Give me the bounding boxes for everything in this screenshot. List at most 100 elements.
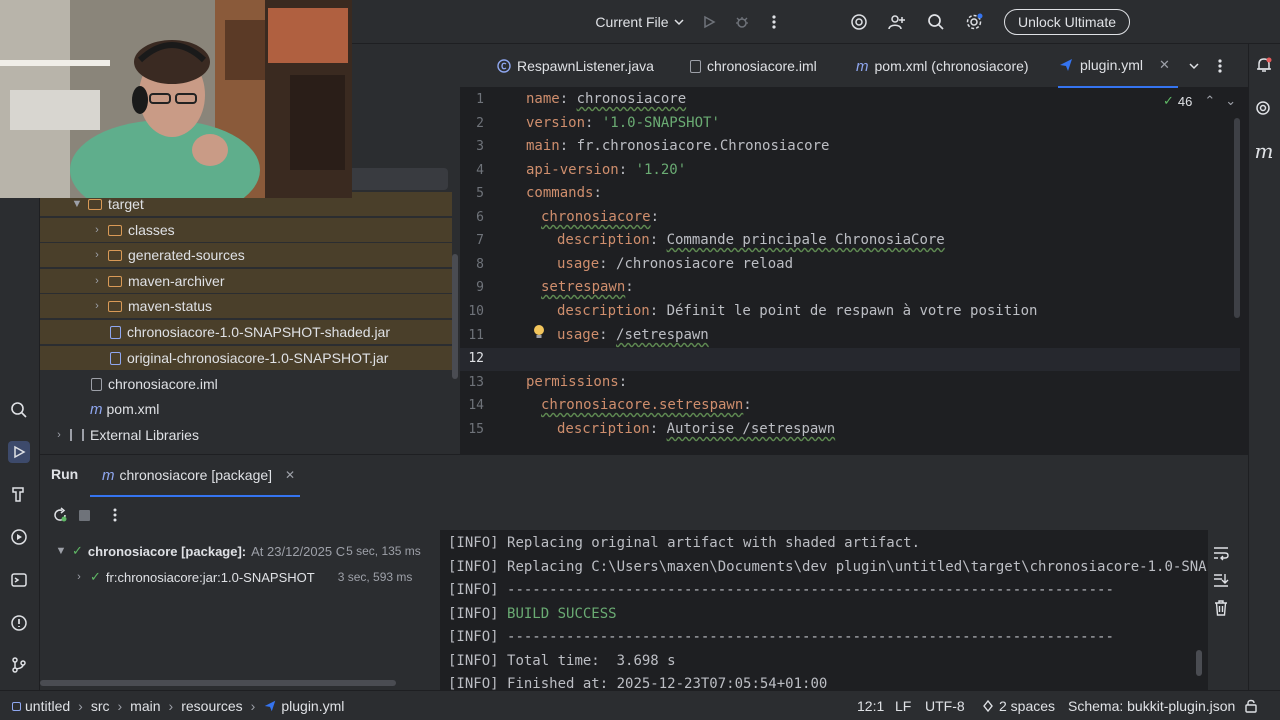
console-output[interactable]: [INFO] Replacing original artifact with … <box>440 530 1208 690</box>
jar-file-icon <box>110 325 121 339</box>
rerun-icon[interactable] <box>52 507 68 526</box>
add-user-icon[interactable] <box>886 0 908 44</box>
readonly-toggle-icon[interactable] <box>1244 691 1258 720</box>
editor-scrollbar[interactable] <box>1234 118 1240 318</box>
tree-item-shaded-jar[interactable]: chronosiacore-1.0-SNAPSHOT-shaded.jar <box>40 320 452 344</box>
yaml-value: Définit le point de respawn à votre posi… <box>666 303 1038 319</box>
scroll-to-end-icon[interactable] <box>1212 571 1230 592</box>
ai-chat-icon[interactable] <box>1253 98 1275 120</box>
jar-file-icon <box>110 351 121 365</box>
tree-item-maven-archiver[interactable]: › maven-archiver <box>40 269 452 293</box>
chevron-down-icon[interactable]: ⌄ <box>1225 93 1236 109</box>
search-everywhere-icon[interactable] <box>8 399 30 421</box>
line-number: 8 <box>476 257 484 272</box>
tree-item-external-libraries[interactable]: › External Libraries <box>40 423 452 447</box>
tree-item-iml[interactable]: chronosiacore.iml <box>40 372 452 396</box>
breadcrumb-item[interactable]: plugin.yml <box>281 698 344 714</box>
run-tree-scrollbar[interactable] <box>40 680 396 686</box>
stop-icon[interactable] <box>79 510 90 521</box>
inspections-widget[interactable]: ✓ 46 ⌃ ⌄ <box>1163 93 1236 109</box>
tab-pom-xml[interactable]: m pom.xml (chronosiacore) <box>856 44 1029 88</box>
debug-icon[interactable] <box>731 0 753 44</box>
editor-more-icon[interactable] <box>1218 44 1222 88</box>
tree-item-generated-sources[interactable]: › generated-sources <box>40 243 452 267</box>
yaml-value: '1.20' <box>635 162 687 178</box>
log-text: ----------------------------------------… <box>507 582 1114 598</box>
json-schema[interactable]: Schema: bukkit-plugin.json <box>1068 691 1235 720</box>
webcam-overlay <box>0 0 352 198</box>
indent-settings[interactable]: 2 spaces <box>981 691 1055 720</box>
tree-item-label: target <box>108 196 144 212</box>
line-number: 1 <box>476 92 484 107</box>
tree-item-label: original-chronosiacore-1.0-SNAPSHOT.jar <box>127 350 389 366</box>
console-scrollbar[interactable] <box>1196 650 1202 676</box>
unlock-ultimate-button[interactable]: Unlock Ultimate <box>1004 9 1130 35</box>
code-line-10: description: Définit le point de respawn… <box>557 303 1038 319</box>
lightbulb-icon[interactable] <box>532 324 546 343</box>
clear-trash-icon[interactable] <box>1213 599 1229 620</box>
yaml-key: description <box>557 232 650 248</box>
caret-position[interactable]: 12:1 <box>857 691 884 720</box>
line-separator[interactable]: LF <box>895 691 911 720</box>
close-tab-icon[interactable]: ✕ <box>1159 57 1170 73</box>
run-tool-icon[interactable] <box>8 441 30 463</box>
tab-label: chronosiacore [package] <box>119 467 273 483</box>
tree-item-label: classes <box>128 222 175 238</box>
notifications-bell-icon[interactable] <box>1253 54 1275 76</box>
run-tab-package[interactable]: m chronosiacore [package] ✕ <box>90 455 300 497</box>
breadcrumb-item[interactable]: main <box>130 698 160 714</box>
yaml-key: usage <box>557 256 600 272</box>
tree-item-pom[interactable]: m pom.xml <box>40 397 452 421</box>
more-icon[interactable] <box>764 0 784 44</box>
build-hammer-icon[interactable] <box>8 483 30 505</box>
yaml-value: /chronosiacore reload <box>616 256 794 272</box>
tab-label: RespawnListener.java <box>517 58 654 74</box>
run-tree-item-root[interactable]: ▼ ✓ chronosiacore [package]: At 23/12/20… <box>54 539 440 563</box>
run-icon[interactable] <box>698 0 720 44</box>
chevron-right-icon: › <box>95 275 99 287</box>
run-tree-item-jar[interactable]: › ✓ fr:chronosiacore:jar:1.0-SNAPSHOT 3 … <box>72 565 440 589</box>
yaml-key: permissions <box>526 374 619 390</box>
settings-gear-icon[interactable] <box>963 0 985 44</box>
code-editor[interactable]: ✓ 46 ⌃ ⌄ 1 2 3 4 5 6 7 8 9 10 11 12 13 1… <box>460 88 1248 454</box>
tab-chronosiacore-iml[interactable]: chronosiacore.iml <box>690 44 817 88</box>
indent-icon <box>983 699 993 713</box>
tree-item-classes[interactable]: › classes <box>40 218 452 242</box>
problems-icon[interactable] <box>8 612 30 634</box>
tree-item-maven-status[interactable]: › maven-status <box>40 294 452 318</box>
plugin-file-icon <box>265 700 276 712</box>
indent-label: 2 spaces <box>999 698 1056 714</box>
more-actions-icon[interactable] <box>113 507 117 526</box>
folder-icon <box>88 198 102 210</box>
yaml-value: /setrespawn <box>616 327 709 343</box>
log-text: BUILD SUCCESS <box>507 606 617 622</box>
breadcrumb-item[interactable]: src <box>91 698 110 714</box>
folder-icon <box>108 300 122 312</box>
current-line-highlight <box>460 348 1240 371</box>
tab-plugin-yml[interactable]: plugin.yml ✕ <box>1058 44 1178 88</box>
log-text: ----------------------------------------… <box>507 629 1114 645</box>
yaml-key: description <box>557 421 650 437</box>
tabs-dropdown-icon[interactable] <box>1188 44 1200 88</box>
soft-wrap-icon[interactable] <box>1212 544 1230 565</box>
terminal-icon[interactable] <box>8 569 30 591</box>
file-encoding[interactable]: UTF-8 <box>925 691 965 720</box>
ai-assistant-icon[interactable] <box>848 0 870 44</box>
log-text: Finished at: 2025-12-23T07:05:54+01:00 <box>507 676 828 690</box>
tree-item-original-jar[interactable]: original-chronosiacore-1.0-SNAPSHOT.jar <box>40 346 452 370</box>
chevron-up-icon[interactable]: ⌃ <box>1204 93 1215 109</box>
breadcrumb-item[interactable]: resources <box>181 698 242 714</box>
maven-tool-icon[interactable]: m <box>1253 139 1275 163</box>
java-class-icon <box>497 59 511 73</box>
search-icon[interactable] <box>925 0 947 44</box>
tree-scrollbar[interactable] <box>452 254 458 379</box>
breadcrumb-item[interactable]: untitled <box>25 698 70 714</box>
git-branch-icon[interactable] <box>8 654 30 676</box>
run-config-dropdown[interactable]: Current File <box>590 0 690 44</box>
tree-item-label: chronosiacore-1.0-SNAPSHOT-shaded.jar <box>127 324 391 340</box>
run-config-label: Current File <box>595 14 669 30</box>
tab-respawn-listener[interactable]: RespawnListener.java <box>497 44 654 88</box>
services-icon[interactable] <box>8 526 30 548</box>
close-tab-icon[interactable]: ✕ <box>285 468 295 482</box>
maven-icon: m <box>90 400 103 418</box>
